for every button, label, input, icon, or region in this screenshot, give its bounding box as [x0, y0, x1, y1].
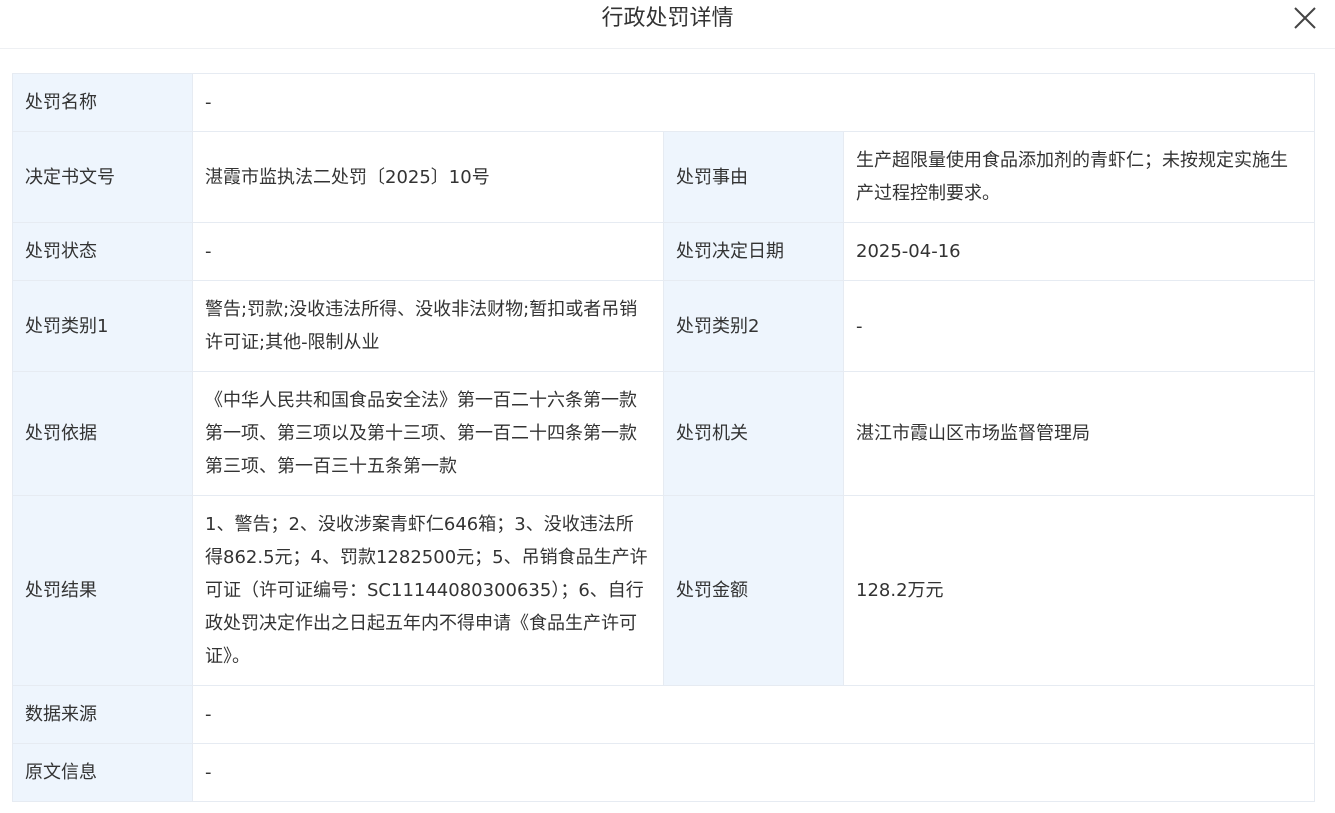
decision-date-label: 处罚决定日期: [663, 222, 844, 281]
amount-value: 128.2万元: [843, 495, 1315, 686]
category1-label: 处罚类别1: [12, 280, 193, 372]
decision-no-label: 决定书文号: [12, 131, 193, 223]
result-value: 1、警告；2、没收涉案青虾仁646箱；3、没收违法所得862.5元；4、罚款12…: [192, 495, 664, 686]
penalty-name-value: -: [192, 73, 1315, 132]
table-row: 处罚依据 《中华人民共和国食品安全法》第一百二十六条第一款第一项、第三项以及第十…: [12, 371, 1315, 496]
table-row: 原文信息 -: [12, 743, 1315, 802]
table-row: 处罚类别1 警告;罚款;没收违法所得、没收非法财物;暂扣或者吊销许可证;其他-限…: [12, 280, 1315, 372]
source-label: 数据来源: [12, 685, 193, 744]
close-icon[interactable]: [1293, 6, 1317, 30]
basis-value: 《中华人民共和国食品安全法》第一百二十六条第一款第一项、第三项以及第十三项、第一…: [192, 371, 664, 496]
status-label: 处罚状态: [12, 222, 193, 281]
basis-label: 处罚依据: [12, 371, 193, 496]
original-value: -: [192, 743, 1315, 802]
category1-value: 警告;罚款;没收违法所得、没收非法财物;暂扣或者吊销许可证;其他-限制从业: [192, 280, 664, 372]
table-row: 决定书文号 湛霞市监执法二处罚〔2025〕10号 处罚事由 生产超限量使用食品添…: [12, 131, 1315, 223]
penalty-detail-table: 处罚名称 - 决定书文号 湛霞市监执法二处罚〔2025〕10号 处罚事由 生产超…: [12, 73, 1315, 802]
table-row: 处罚状态 - 处罚决定日期 2025-04-16: [12, 222, 1315, 281]
result-label: 处罚结果: [12, 495, 193, 686]
decision-no-value: 湛霞市监执法二处罚〔2025〕10号: [192, 131, 664, 223]
reason-label: 处罚事由: [663, 131, 844, 223]
table-row: 数据来源 -: [12, 685, 1315, 744]
table-row: 处罚结果 1、警告；2、没收涉案青虾仁646箱；3、没收违法所得862.5元；4…: [12, 495, 1315, 686]
original-label: 原文信息: [12, 743, 193, 802]
table-row: 处罚名称 -: [12, 73, 1315, 132]
category2-label: 处罚类别2: [663, 280, 844, 372]
dialog-title: 行政处罚详情: [601, 6, 734, 31]
status-value: -: [192, 222, 664, 281]
authority-value: 湛江市霞山区市场监督管理局: [843, 371, 1315, 496]
decision-date-value: 2025-04-16: [843, 222, 1315, 281]
category2-value: -: [843, 280, 1315, 372]
authority-label: 处罚机关: [663, 371, 844, 496]
amount-label: 处罚金额: [663, 495, 844, 686]
dialog-header: 行政处罚详情: [0, 0, 1335, 49]
penalty-name-label: 处罚名称: [12, 73, 193, 132]
reason-value: 生产超限量使用食品添加剂的青虾仁；未按规定实施生产过程控制要求。: [843, 131, 1315, 223]
source-value: -: [192, 685, 1315, 744]
